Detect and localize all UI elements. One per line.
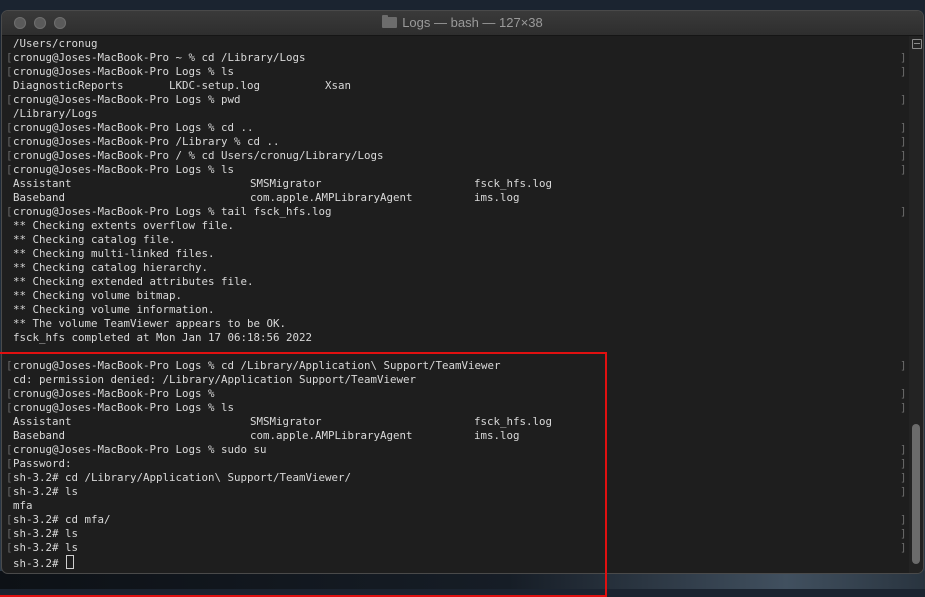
line-left-bracket: [ [6, 93, 13, 106]
line-text: cronug@Joses-MacBook-Pro / % cd Users/cr… [13, 149, 384, 162]
line-right-bracket: ] [900, 387, 907, 400]
terminal-line: ** Checking extents overflow file. [13, 219, 893, 233]
terminal-line: cronug@Joses-MacBook-Pro Logs % cd .. [13, 121, 893, 135]
line-right-bracket: ] [900, 93, 907, 106]
line-right-bracket: ] [900, 527, 907, 540]
line-left-bracket: [ [6, 121, 13, 134]
line-right-bracket: ] [900, 541, 907, 554]
ls-entry: ims.log [474, 191, 520, 204]
terminal-line: /Library/Logs [13, 107, 893, 121]
line-left-bracket: [ [6, 205, 13, 218]
terminal-line: cronug@Joses-MacBook-Pro Logs % ls [13, 65, 893, 79]
line-right-bracket: ] [900, 51, 907, 64]
title-bar[interactable]: Logs — bash — 127×38 [2, 11, 923, 36]
line-left-bracket: [ [6, 65, 13, 78]
line-text: ** Checking volume information. [13, 303, 215, 316]
highlight-annotation-box [0, 352, 607, 597]
line-right-bracket: ] [900, 121, 907, 134]
terminal-line: ** Checking volume bitmap. [13, 289, 893, 303]
line-text: cronug@Joses-MacBook-Pro Logs % pwd [13, 93, 241, 106]
line-right-bracket: ] [900, 359, 907, 372]
line-text: cronug@Joses-MacBook-Pro ~ % cd /Library… [13, 51, 306, 64]
line-right-bracket: ] [900, 135, 907, 148]
line-text: fsck_hfs completed at Mon Jan 17 06:18:5… [13, 331, 313, 344]
vertical-scrollbar[interactable] [909, 36, 923, 573]
line-right-bracket: ] [900, 443, 907, 456]
line-text: ** Checking volume bitmap. [13, 289, 183, 302]
line-right-bracket: ] [900, 205, 907, 218]
terminal-line: ** Checking catalog hierarchy. [13, 261, 893, 275]
terminal-line: cronug@Joses-MacBook-Pro ~ % cd /Library… [13, 51, 893, 65]
line-text: cronug@Joses-MacBook-Pro Logs % ls [13, 65, 235, 78]
line-right-bracket: ] [900, 471, 907, 484]
line-text: /Users/cronug [13, 37, 98, 50]
terminal-line: fsck_hfs completed at Mon Jan 17 06:18:5… [13, 331, 893, 345]
window-title: Logs — bash — 127×38 [402, 15, 543, 30]
line-text: ** Checking catalog hierarchy. [13, 261, 209, 274]
line-right-bracket: ] [900, 65, 907, 78]
line-text: cronug@Joses-MacBook-Pro Logs % ls [13, 163, 235, 176]
line-left-bracket: [ [6, 149, 13, 162]
terminal-line: DiagnosticReports LKDC-setup.log Xsan [13, 79, 893, 93]
folder-icon [382, 15, 398, 28]
line-right-bracket: ] [900, 149, 907, 162]
line-right-bracket: ] [900, 485, 907, 498]
ls-entry: SMSMigrator [250, 177, 322, 190]
line-right-bracket: ] [900, 513, 907, 526]
terminal-line: cronug@Joses-MacBook-Pro Logs % tail fsc… [13, 205, 893, 219]
line-text: DiagnosticReports LKDC-setup.log Xsan [13, 79, 352, 92]
line-text: ** Checking extended attributes file. [13, 275, 254, 288]
line-text: /Library/Logs [13, 107, 98, 120]
terminal-line: ** The volume TeamViewer appears to be O… [13, 317, 893, 331]
ls-entry: com.apple.AMPLibraryAgent [250, 191, 413, 204]
terminal-line: /Users/cronug [13, 37, 893, 51]
scrollbar-thumb[interactable] [912, 424, 920, 564]
line-right-bracket: ] [900, 457, 907, 470]
terminal-line: Assistant SMSMigrator fsck_hfs.log [13, 177, 893, 191]
line-text: ** The volume TeamViewer appears to be O… [13, 317, 287, 330]
line-text: ** Checking extents overflow file. [13, 219, 235, 232]
terminal-line: ** Checking catalog file. [13, 233, 893, 247]
line-text: ** Checking multi-linked files. [13, 247, 215, 260]
ls-entry: Baseband [13, 191, 66, 204]
window-title-container: Logs — bash — 127×38 [2, 15, 923, 30]
terminal-line: cronug@Joses-MacBook-Pro / % cd Users/cr… [13, 149, 893, 163]
line-left-bracket: [ [6, 51, 13, 64]
line-text: cronug@Joses-MacBook-Pro Logs % cd .. [13, 121, 254, 134]
line-right-bracket: ] [900, 401, 907, 414]
line-left-bracket: [ [6, 163, 13, 176]
line-right-bracket: ] [900, 163, 907, 176]
terminal-line: cronug@Joses-MacBook-Pro /Library % cd .… [13, 135, 893, 149]
terminal-line: cronug@Joses-MacBook-Pro Logs % pwd [13, 93, 893, 107]
terminal-line: ** Checking volume information. [13, 303, 893, 317]
line-text: cronug@Joses-MacBook-Pro Logs % tail fsc… [13, 205, 332, 218]
line-text: ** Checking catalog file. [13, 233, 176, 246]
ls-entry: fsck_hfs.log [474, 177, 553, 190]
ls-entry: Assistant [13, 177, 72, 190]
split-pane-icon[interactable] [912, 39, 922, 49]
terminal-line: cronug@Joses-MacBook-Pro Logs % ls [13, 163, 893, 177]
terminal-line: ** Checking multi-linked files. [13, 247, 893, 261]
terminal-line: ** Checking extended attributes file. [13, 275, 893, 289]
terminal-line: Baseband com.apple.AMPLibraryAgent ims.log [13, 191, 893, 205]
line-left-bracket: [ [6, 135, 13, 148]
line-text: cronug@Joses-MacBook-Pro /Library % cd .… [13, 135, 280, 148]
